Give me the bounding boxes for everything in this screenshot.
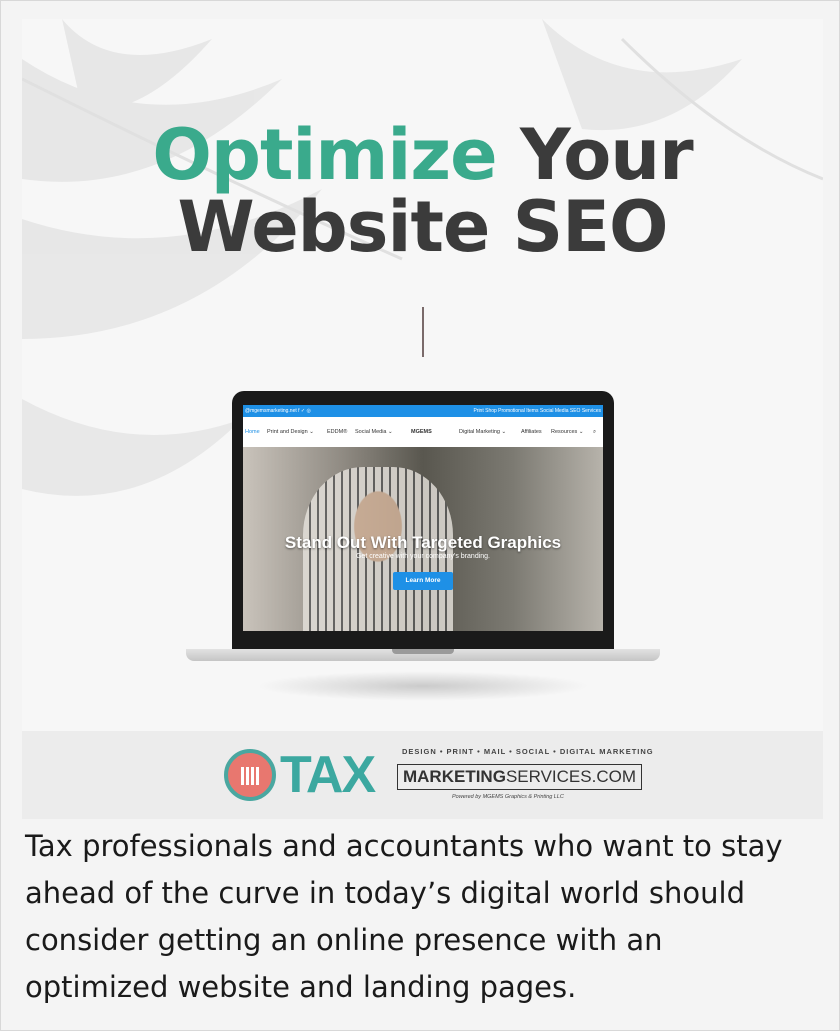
bar-chart-logo-icon xyxy=(224,749,276,801)
brand-powered-by: Powered by MGEMS Graphics & Printing LLC xyxy=(452,794,564,800)
vertical-divider xyxy=(422,307,424,357)
article-card: Optimize Your Website SEO @mgemsmarketin… xyxy=(0,0,840,1031)
brand-domain: MARKETINGSERVICES.COM xyxy=(397,764,642,790)
nav-home: Home xyxy=(245,429,260,435)
brand-domain-rest: SERVICES.COM xyxy=(505,767,636,786)
brand-tax-wordmark: TAX xyxy=(280,746,376,804)
nav-resources: Resources ⌄ xyxy=(551,429,584,435)
brand-banner: TAX DESIGN • PRINT • MAIL • SOCIAL • DIG… xyxy=(22,731,823,819)
laptop-mockup: @mgemsmarketing.net f ✓ ◎ Print Shop Pro… xyxy=(186,391,660,701)
headline-line-2: Website SEO xyxy=(177,186,668,268)
headline-your: Your xyxy=(519,114,694,196)
site-navbar: Home Print and Design ⌄ EDDM® Social Med… xyxy=(243,417,603,447)
brand-domain-bold: MARKETING xyxy=(402,767,506,786)
laptop-notch xyxy=(392,649,454,654)
site-slide-title: Stand Out With Targeted Graphics xyxy=(284,533,562,552)
headline-line-1: Optimize Your xyxy=(22,119,823,191)
site-topbar: @mgemsmarketing.net f ✓ ◎ Print Shop Pro… xyxy=(243,405,603,417)
search-icon: ⌕ xyxy=(593,429,597,435)
brand-tagline: DESIGN • PRINT • MAIL • SOCIAL • DIGITAL… xyxy=(402,747,654,756)
learn-more-button: Learn More xyxy=(393,572,453,590)
hero-image: Optimize Your Website SEO @mgemsmarketin… xyxy=(22,19,823,731)
caption-text: Tax professionals and accountants who wa… xyxy=(25,829,783,1004)
laptop-screen: @mgemsmarketing.net f ✓ ◎ Print Shop Pro… xyxy=(243,405,603,631)
headline: Optimize Your Website SEO xyxy=(22,119,823,263)
nav-digital-marketing: Digital Marketing ⌄ xyxy=(459,429,507,435)
site-hero-photo: Stand Out With Targeted Graphics Get cre… xyxy=(243,447,603,631)
laptop-shadow xyxy=(256,671,590,701)
nav-affiliates: Affiliates xyxy=(521,429,542,435)
nav-social-media: Social Media ⌄ xyxy=(355,429,393,435)
nav-print-design: Print and Design ⌄ xyxy=(267,429,314,435)
headline-accent: Optimize xyxy=(152,114,497,196)
site-topbar-links: Print Shop Promotional Items Social Medi… xyxy=(473,408,601,414)
site-slide-subtitle: Get creative with your company's brandin… xyxy=(355,553,490,560)
site-topbar-social: @mgemsmarketing.net f ✓ ◎ xyxy=(245,408,311,414)
nav-eddm: EDDM® xyxy=(327,429,348,435)
site-logo: MGEMS xyxy=(411,429,432,435)
laptop-lid: @mgemsmarketing.net f ✓ ◎ Print Shop Pro… xyxy=(232,391,614,649)
